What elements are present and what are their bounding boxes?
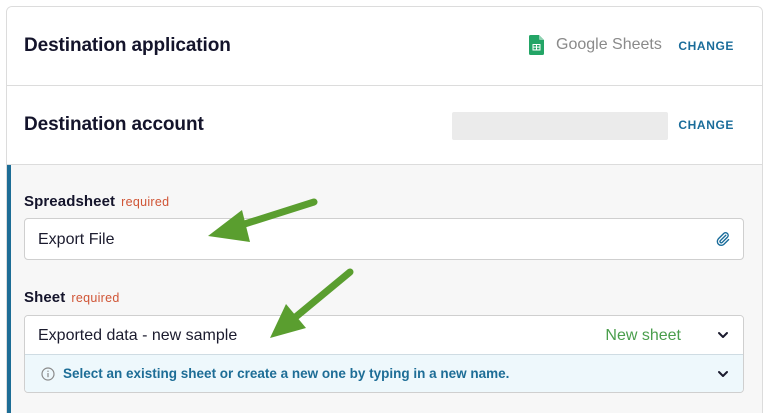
spreadsheet-label: Spreadsheet required — [24, 193, 169, 210]
hint-expand-chevron-icon[interactable] — [717, 370, 729, 378]
spreadsheet-value: Export File — [38, 231, 115, 248]
paperclip-icon[interactable] — [715, 231, 731, 247]
destination-application-title: Destination application — [24, 35, 231, 56]
destination-account-row: Destination account CHANGE — [7, 86, 762, 165]
sheet-select: Exported data - new sample New sheet Sel… — [24, 315, 744, 393]
sheet-required-tag: required — [71, 291, 120, 305]
sheet-label-text: Sheet — [24, 289, 66, 306]
sheet-hint-text: Select an existing sheet or create a new… — [63, 366, 510, 381]
spreadsheet-label-text: Spreadsheet — [24, 193, 116, 210]
selected-app: Google Sheets — [529, 34, 662, 56]
destination-settings-section: Spreadsheet required Export File Sheet req… — [7, 165, 762, 413]
sheet-value: Exported data - new sample — [38, 327, 238, 344]
change-account-button[interactable]: CHANGE — [678, 118, 734, 132]
info-icon — [41, 367, 55, 381]
sheet-hint: Select an existing sheet or create a new… — [25, 355, 743, 392]
change-application-button[interactable]: CHANGE — [678, 39, 734, 53]
sheet-select-control[interactable]: Exported data - new sample New sheet — [25, 316, 743, 355]
spreadsheet-input[interactable]: Export File — [24, 218, 744, 260]
destination-account-title: Destination account — [24, 114, 204, 135]
new-sheet-badge: New sheet — [605, 327, 681, 344]
spreadsheet-required-tag: required — [121, 195, 170, 209]
google-sheets-icon — [529, 35, 544, 55]
account-name-redacted — [452, 112, 668, 140]
sheet-label: Sheet required — [24, 289, 120, 306]
app-name: Google Sheets — [556, 36, 662, 53]
destination-card: Destination application Google Sheets CH… — [6, 6, 763, 413]
destination-application-row: Destination application Google Sheets CH… — [7, 7, 762, 86]
chevron-down-icon[interactable] — [717, 331, 729, 339]
